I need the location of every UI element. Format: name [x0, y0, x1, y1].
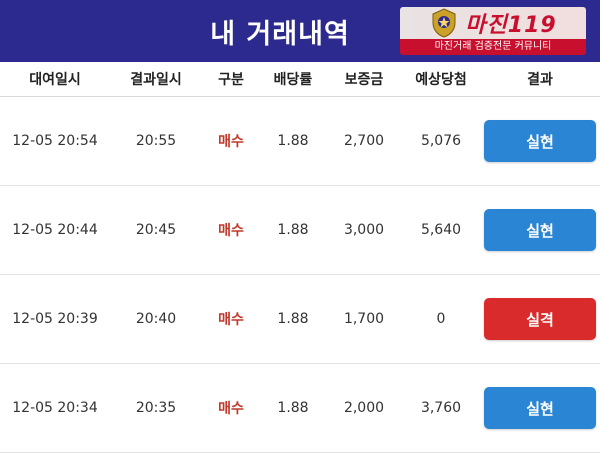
column-header-result-time: 결과일시	[130, 72, 182, 88]
page-header: 내 거래내역 마진119 마진거래 검증전문 커뮤니티	[0, 0, 600, 62]
deposit-cell: 2,700	[343, 133, 385, 149]
page-title: 내 거래내역	[210, 18, 350, 50]
rent-time-cell: 12-05 20:54	[12, 133, 98, 149]
site-logo[interactable]: 마진119 마진거래 검증전문 커뮤니티	[400, 7, 586, 55]
result-time-cell: 20:40	[135, 311, 177, 327]
rent-time-cell: 12-05 20:34	[12, 400, 98, 416]
logo-tagline: 마진거래 검증전문 커뮤니티	[400, 39, 586, 55]
result-button[interactable]: 실현	[484, 209, 596, 251]
result-time-cell: 20:45	[135, 222, 177, 238]
odds-cell: 1.88	[277, 311, 309, 327]
result-button[interactable]: 실격	[484, 298, 596, 340]
table-header: 대여일시 결과일시 구분 배당률 보증금 예상당첨 결과	[0, 62, 600, 97]
column-header-rent-time: 대여일시	[29, 72, 81, 88]
result-cell: 실현	[480, 120, 600, 162]
result-cell: 실현	[480, 209, 600, 251]
table-row: 12-05 20:44 20:45 매수 1.88 3,000 5,640 실현	[0, 186, 600, 275]
odds-cell: 1.88	[277, 133, 309, 149]
deposit-cell: 1,700	[343, 311, 385, 327]
expected-cell: 0	[436, 311, 446, 327]
expected-cell: 5,076	[420, 133, 462, 149]
result-button[interactable]: 실현	[484, 387, 596, 429]
expected-cell: 3,760	[420, 400, 462, 416]
result-cell: 실격	[480, 298, 600, 340]
expected-cell: 5,640	[420, 222, 462, 238]
rent-time-cell: 12-05 20:44	[12, 222, 98, 238]
type-cell: 매수	[218, 312, 244, 328]
deposit-cell: 3,000	[343, 222, 385, 238]
deposit-cell: 2,000	[343, 400, 385, 416]
rent-time-cell: 12-05 20:39	[12, 311, 98, 327]
table-row: 12-05 20:54 20:55 매수 1.88 2,700 5,076 실현	[0, 97, 600, 186]
result-button[interactable]: 실현	[484, 120, 596, 162]
result-time-cell: 20:35	[135, 400, 177, 416]
column-header-type: 구분	[218, 72, 244, 88]
result-cell: 실현	[480, 387, 600, 429]
result-time-cell: 20:55	[135, 133, 177, 149]
table-row: 12-05 20:39 20:40 매수 1.88 1,700 0 실격	[0, 275, 600, 364]
type-cell: 매수	[218, 401, 244, 417]
logo-name: 마진119	[465, 13, 557, 38]
type-cell: 매수	[218, 134, 244, 150]
police-badge-icon	[432, 8, 456, 38]
odds-cell: 1.88	[277, 222, 309, 238]
table-row: 12-05 20:34 20:35 매수 1.88 2,000 3,760 실현	[0, 364, 600, 453]
logo-top: 마진119	[400, 7, 586, 39]
column-header-odds: 배당률	[273, 72, 313, 88]
column-header-expected: 예상당첨	[415, 72, 467, 88]
odds-cell: 1.88	[277, 400, 309, 416]
column-header-deposit: 보증금	[344, 72, 384, 88]
column-header-result: 결과	[527, 72, 553, 88]
type-cell: 매수	[218, 223, 244, 239]
